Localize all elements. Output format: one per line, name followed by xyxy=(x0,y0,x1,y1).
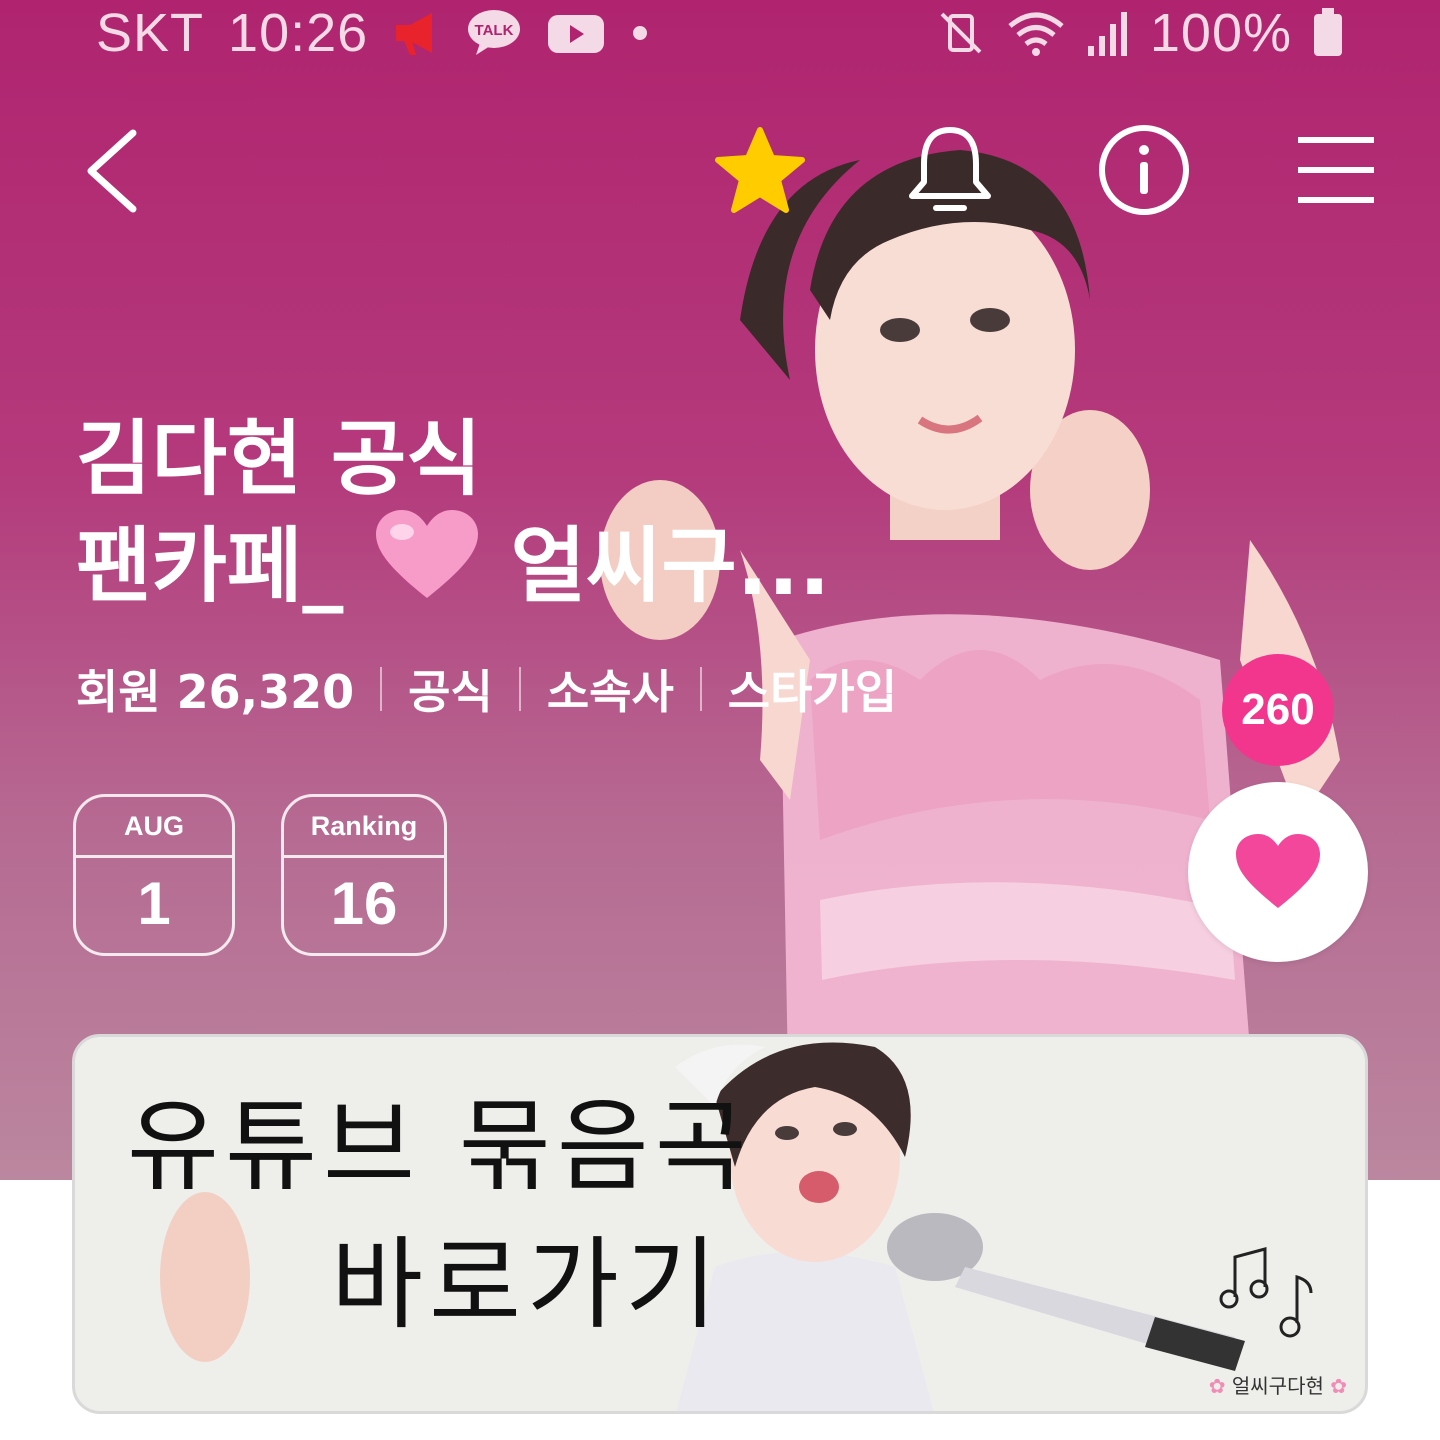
vibrate-mute-icon xyxy=(940,12,982,54)
card-divider xyxy=(76,855,232,858)
carrier-label: SKT xyxy=(96,3,205,63)
divider xyxy=(699,667,702,711)
top-nav xyxy=(0,120,1440,230)
date-month: AUG xyxy=(124,811,184,841)
date-card: AUG 1 xyxy=(73,794,235,956)
cafe-info-button[interactable] xyxy=(1094,120,1194,220)
cafe-title-line2: 팬카페_ 얼씨구... xyxy=(76,508,976,615)
pink-heart-icon xyxy=(375,510,478,598)
date-day: 1 xyxy=(137,870,171,937)
wifi-icon xyxy=(1008,12,1064,56)
clock: 10:26 xyxy=(228,3,369,63)
bell-icon xyxy=(909,127,991,211)
cafe-title-line2-prefix: 팬카페_ xyxy=(76,519,372,614)
svg-text:TALK: TALK xyxy=(475,22,514,39)
tag-agency: 소속사 xyxy=(546,665,674,719)
banner-line1: 유튜브 묶음곡 xyxy=(127,1088,753,1205)
banner-credit: ✿ 얼씨구다현 ✿ xyxy=(1209,1370,1347,1399)
cafe-title-line1: 김다현 공식 xyxy=(76,412,482,507)
cafe-title-line2-suffix: 얼씨구... xyxy=(510,519,831,614)
youtube-medley-banner[interactable]: 유튜브 묶음곡 바로가기 ✿ 얼씨구다현 ✿ xyxy=(72,1034,1368,1414)
hamburger-menu-icon xyxy=(1298,137,1374,203)
flower-icon: ✿ xyxy=(1330,1374,1347,1398)
like-button[interactable] xyxy=(1188,782,1368,962)
cafe-title: 김다현 공식 팬카페_ 얼씨구... xyxy=(76,412,976,615)
dot-icon xyxy=(633,26,648,40)
divider xyxy=(380,667,383,711)
back-button[interactable] xyxy=(60,120,160,220)
chevron-left-icon xyxy=(87,129,137,213)
info-icon xyxy=(1099,125,1189,215)
ranking-card[interactable]: Ranking 16 xyxy=(281,794,447,956)
star-icon xyxy=(715,127,805,213)
favorite-button[interactable] xyxy=(710,120,810,220)
tag-official: 공식 xyxy=(408,665,493,719)
status-bar: SKT 10:26 TALK 100% xyxy=(0,0,1440,63)
banner-line2: 바로가기 xyxy=(331,1226,723,1343)
battery-icon xyxy=(1314,8,1342,56)
cafe-meta: 회원 26,320 공식 소속사 스타가입 xyxy=(76,656,897,722)
like-count-badge: 260 xyxy=(1222,654,1334,766)
member-count: 회원 26,320 xyxy=(76,665,355,719)
card-divider xyxy=(284,855,444,858)
heart-icon xyxy=(1236,834,1320,908)
flower-icon: ✿ xyxy=(1208,1374,1226,1398)
artist-photo xyxy=(600,150,1340,1180)
tag-star-joined: 스타가입 xyxy=(727,665,898,719)
signal-icon xyxy=(1087,12,1127,56)
kakaotalk-icon: TALK xyxy=(468,10,521,55)
menu-button[interactable] xyxy=(1286,120,1386,220)
ranking-value: 16 xyxy=(330,870,398,937)
banner-credit-text: 얼씨구다현 xyxy=(1231,1374,1324,1398)
megaphone-icon xyxy=(396,13,433,55)
notification-button[interactable] xyxy=(900,120,1000,220)
youtube-icon xyxy=(548,15,605,53)
ranking-label: Ranking xyxy=(310,811,418,841)
battery-level: 100% xyxy=(1149,3,1292,63)
divider xyxy=(518,667,521,711)
